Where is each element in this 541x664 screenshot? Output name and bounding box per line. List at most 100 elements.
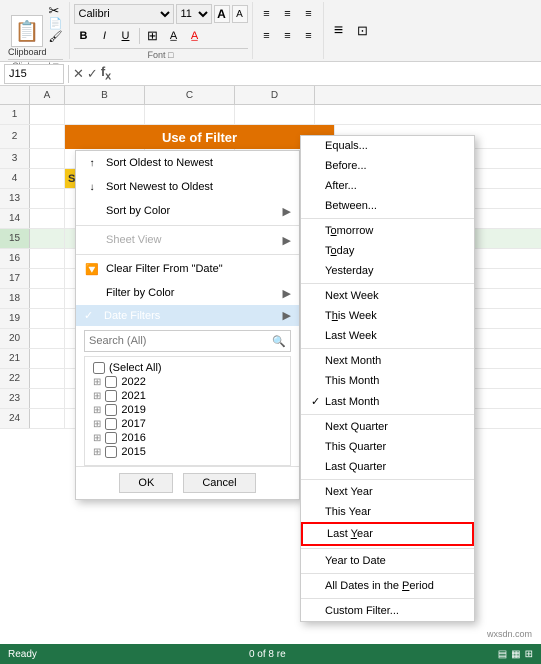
align-center-button[interactable]: ≡ (278, 26, 298, 46)
expand-icon[interactable]: ⊞ (93, 447, 101, 458)
border-button[interactable]: ⊞ (143, 26, 163, 46)
cell[interactable] (30, 249, 65, 268)
cancel-button[interactable]: Cancel (183, 473, 255, 493)
cell[interactable] (30, 409, 65, 428)
cell[interactable] (30, 229, 65, 248)
expand-icon[interactable]: ⊞ (93, 419, 101, 430)
cell-1d[interactable] (235, 105, 315, 124)
expand-icon[interactable]: ⊞ (93, 433, 101, 444)
cancel-formula-icon[interactable]: ✕ (73, 66, 84, 82)
filter-color-menu-item[interactable]: Filter by Color ▶ (76, 281, 299, 305)
expand-icon[interactable]: ⊞ (93, 405, 101, 416)
sort-newest-menu-item[interactable]: ↓ Sort Newest to Oldest (76, 175, 299, 199)
year-2015-checkbox[interactable] (105, 446, 117, 458)
last-quarter-menu-item[interactable]: Last Quarter (301, 457, 474, 477)
increase-font-button[interactable]: A (214, 5, 230, 23)
next-quarter-menu-item[interactable]: Next Quarter (301, 417, 474, 437)
next-week-menu-item[interactable]: Next Week (301, 286, 474, 306)
paste-button[interactable]: 📋 Clipboard (8, 15, 47, 57)
font-color-button[interactable]: A̲ (185, 26, 205, 46)
formula-input[interactable] (115, 64, 537, 84)
cell[interactable] (30, 289, 65, 308)
list-item[interactable]: ⊞ 2017 (93, 417, 282, 431)
format-painter-button[interactable]: 🖌 (49, 32, 63, 43)
next-month-menu-item[interactable]: Next Month (301, 351, 474, 371)
search-input[interactable] (85, 335, 268, 347)
last-month-menu-item[interactable]: ✓ Last Month (301, 391, 474, 412)
cut-button[interactable]: ✂ (49, 4, 63, 17)
sort-color-menu-item[interactable]: Sort by Color ▶ (76, 199, 299, 223)
list-item[interactable]: ⊞ 2019 (93, 403, 282, 417)
this-week-menu-item[interactable]: This Week (301, 306, 474, 326)
fill-color-button[interactable]: A̲ (164, 26, 184, 46)
cell-1c[interactable] (145, 105, 235, 124)
underline-button[interactable]: U (116, 26, 136, 46)
last-year-menu-item[interactable]: Last Year (301, 522, 474, 546)
last-week-menu-item[interactable]: Last Week (301, 326, 474, 346)
cell-1a[interactable] (30, 105, 65, 124)
year-2017-checkbox[interactable] (105, 418, 117, 430)
equals-menu-item[interactable]: Equals... (301, 136, 474, 156)
cell[interactable] (30, 349, 65, 368)
expand-icon[interactable]: ⊞ (93, 391, 101, 402)
ok-button[interactable]: OK (119, 473, 173, 493)
cell-3a[interactable] (30, 149, 65, 168)
list-item[interactable]: ⊞ 2021 (93, 389, 282, 403)
insert-function-icon[interactable]: fx (101, 64, 111, 83)
year-to-date-menu-item[interactable]: Year to Date (301, 551, 474, 571)
font-name-select[interactable]: Calibri (74, 4, 174, 24)
before-menu-item[interactable]: Before... (301, 156, 474, 176)
copy-button[interactable]: 📄 (49, 19, 63, 30)
decrease-font-button[interactable]: A (232, 5, 248, 23)
between-menu-item[interactable]: Between... (301, 196, 474, 216)
all-dates-menu-item[interactable]: All Dates in the Period (301, 576, 474, 596)
tomorrow-menu-item[interactable]: Tomorrow (301, 221, 474, 241)
merge-button[interactable]: ⊡ (352, 21, 374, 41)
list-item[interactable]: ⊞ 2022 (93, 375, 282, 389)
cell[interactable] (30, 329, 65, 348)
page-layout-icon[interactable]: ▦ (511, 649, 520, 660)
year-2021-checkbox[interactable] (105, 390, 117, 402)
sort-oldest-menu-item[interactable]: ↑ Sort Oldest to Newest (76, 151, 299, 175)
year-2016-checkbox[interactable] (105, 432, 117, 444)
bold-button[interactable]: B (74, 26, 94, 46)
expand-icon[interactable]: ⊞ (93, 377, 101, 388)
list-item[interactable]: ⊞ 2016 (93, 431, 282, 445)
this-year-menu-item[interactable]: This Year (301, 502, 474, 522)
year-2022-checkbox[interactable] (105, 376, 117, 388)
cell-reference-input[interactable] (4, 64, 64, 84)
align-middle-button[interactable]: ≡ (278, 4, 298, 24)
cell-4a[interactable] (30, 169, 65, 188)
cell[interactable] (30, 209, 65, 228)
cell[interactable] (30, 369, 65, 388)
confirm-formula-icon[interactable]: ✓ (87, 66, 98, 82)
cell[interactable] (30, 269, 65, 288)
cell[interactable] (30, 189, 65, 208)
clear-filter-menu-item[interactable]: 🔽 Clear Filter From "Date" (76, 257, 299, 281)
font-size-select[interactable]: 11 (176, 4, 212, 24)
cell[interactable] (30, 309, 65, 328)
page-break-icon[interactable]: ⊞ (525, 649, 533, 660)
wrap-text-button[interactable]: ≡ (328, 21, 350, 41)
align-bottom-button[interactable]: ≡ (299, 4, 319, 24)
list-item[interactable]: ⊞ 2015 (93, 445, 282, 459)
next-year-menu-item[interactable]: Next Year (301, 482, 474, 502)
this-month-menu-item[interactable]: This Month (301, 371, 474, 391)
cell-2a[interactable] (30, 125, 65, 148)
list-item[interactable]: (Select All) (93, 361, 282, 375)
cell[interactable] (30, 389, 65, 408)
italic-button[interactable]: I (95, 26, 115, 46)
cell-1b[interactable] (65, 105, 145, 124)
select-all-checkbox[interactable] (93, 362, 105, 374)
align-top-button[interactable]: ≡ (257, 4, 277, 24)
this-quarter-menu-item[interactable]: This Quarter (301, 437, 474, 457)
align-left-button[interactable]: ≡ (257, 26, 277, 46)
today-menu-item[interactable]: Today (301, 241, 474, 261)
date-filters-menu-item[interactable]: ✓ Date Filters ▶ (76, 305, 299, 326)
after-menu-item[interactable]: After... (301, 176, 474, 196)
align-right-button[interactable]: ≡ (299, 26, 319, 46)
normal-view-icon[interactable]: ▤ (498, 649, 507, 660)
custom-filter-menu-item[interactable]: Custom Filter... (301, 601, 474, 621)
yesterday-menu-item[interactable]: Yesterday (301, 261, 474, 281)
year-2019-checkbox[interactable] (105, 404, 117, 416)
